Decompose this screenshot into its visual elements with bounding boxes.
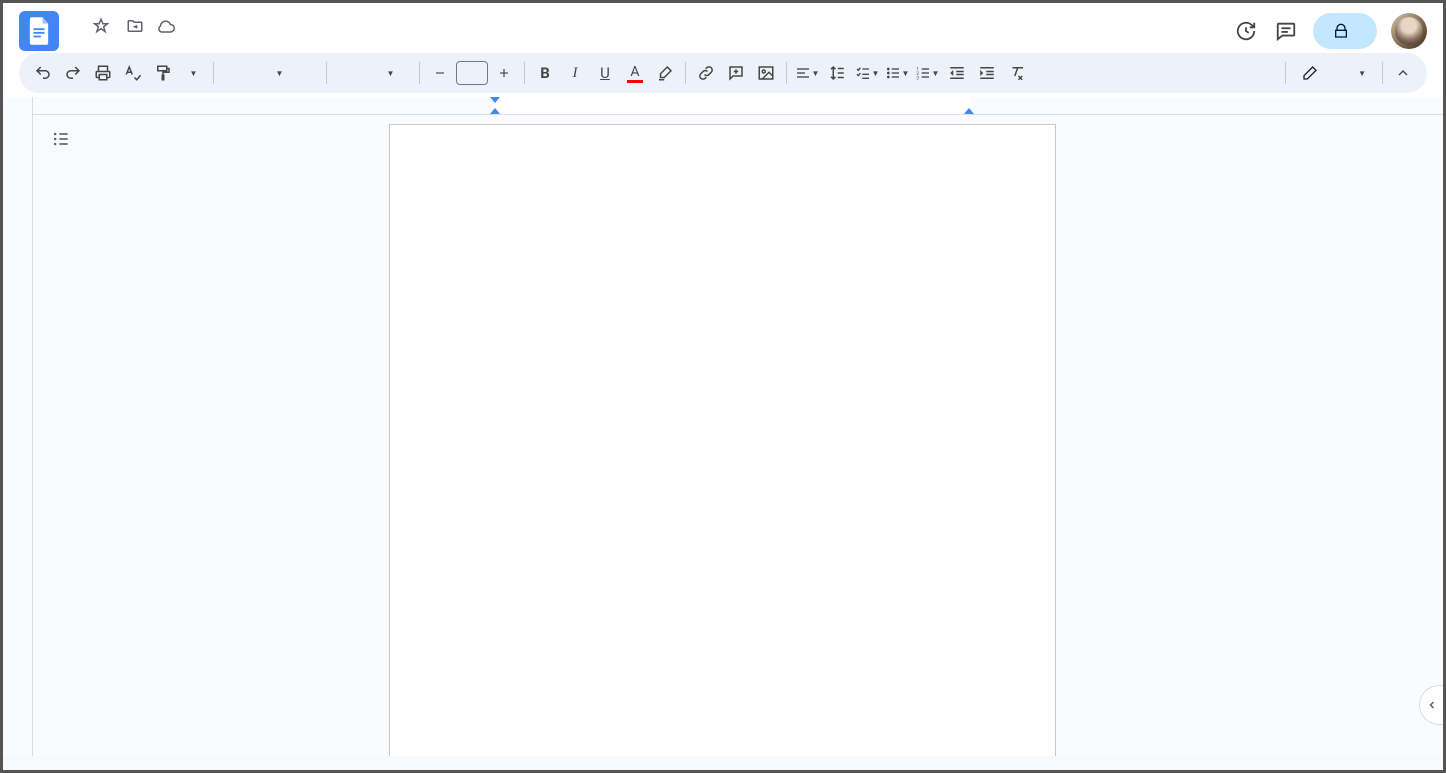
zoom-dropdown[interactable]: ▼	[179, 59, 207, 87]
undo-button[interactable]	[29, 59, 57, 87]
checklist-button[interactable]: ▼	[853, 59, 881, 87]
menu-file[interactable]	[67, 40, 83, 48]
svg-text:3: 3	[916, 76, 919, 81]
menu-help[interactable]	[193, 40, 209, 48]
comments-icon[interactable]	[1273, 18, 1299, 44]
numbered-list-button[interactable]: 123▼	[913, 59, 941, 87]
menu-view[interactable]	[103, 40, 119, 48]
paragraph-style-dropdown[interactable]: ▼	[220, 59, 320, 87]
insert-image-button[interactable]	[752, 59, 780, 87]
insert-comment-button[interactable]	[722, 59, 750, 87]
editing-mode-dropdown[interactable]: ▼	[1292, 59, 1376, 87]
text-color-button[interactable]: A	[621, 59, 649, 87]
spellcheck-button[interactable]	[119, 59, 147, 87]
bold-button[interactable]: B	[531, 59, 559, 87]
menu-tools[interactable]	[157, 40, 173, 48]
docs-logo-icon[interactable]	[19, 11, 59, 51]
history-icon[interactable]	[1233, 18, 1259, 44]
line-spacing-button[interactable]	[823, 59, 851, 87]
menu-edit[interactable]	[85, 40, 101, 48]
print-button[interactable]	[89, 59, 117, 87]
redo-button[interactable]	[59, 59, 87, 87]
insert-link-button[interactable]	[692, 59, 720, 87]
save-status[interactable]	[157, 17, 179, 35]
menu-format[interactable]	[139, 40, 155, 48]
user-avatar[interactable]	[1391, 13, 1427, 49]
decrease-indent-button[interactable]	[943, 59, 971, 87]
italic-button[interactable]: I	[561, 59, 589, 87]
title-bar	[3, 3, 1443, 53]
highlight-button[interactable]	[651, 59, 679, 87]
document-title[interactable]	[67, 24, 79, 28]
toolbar: ▼ ▼ ▼ B I U A ▼ ▼ ▼ 123▼ ▼	[19, 53, 1427, 93]
align-dropdown[interactable]: ▼	[793, 59, 821, 87]
share-button[interactable]	[1313, 13, 1377, 49]
pencil-icon	[1302, 65, 1318, 81]
menu-extensions[interactable]	[175, 40, 191, 48]
document-outline-button[interactable]	[47, 125, 75, 153]
underline-button[interactable]: U	[591, 59, 619, 87]
increase-indent-button[interactable]	[973, 59, 1001, 87]
menu-insert[interactable]	[121, 40, 137, 48]
font-family-dropdown[interactable]: ▼	[333, 59, 413, 87]
workspace	[3, 97, 1443, 756]
vertical-ruler[interactable]	[3, 97, 33, 756]
clear-formatting-button[interactable]	[1003, 59, 1031, 87]
menu-bar	[67, 40, 1233, 48]
document-canvas[interactable]	[33, 97, 1443, 756]
star-icon[interactable]	[89, 14, 113, 38]
increase-font-size-button[interactable]	[490, 59, 518, 87]
bullet-list-button[interactable]: ▼	[883, 59, 911, 87]
collapse-toolbar-button[interactable]	[1389, 59, 1417, 87]
move-folder-icon[interactable]	[123, 14, 147, 38]
decrease-font-size-button[interactable]	[426, 59, 454, 87]
font-size-input[interactable]	[456, 61, 488, 85]
paint-format-button[interactable]	[149, 59, 177, 87]
document-page[interactable]	[389, 124, 1056, 756]
lock-icon	[1333, 23, 1349, 39]
